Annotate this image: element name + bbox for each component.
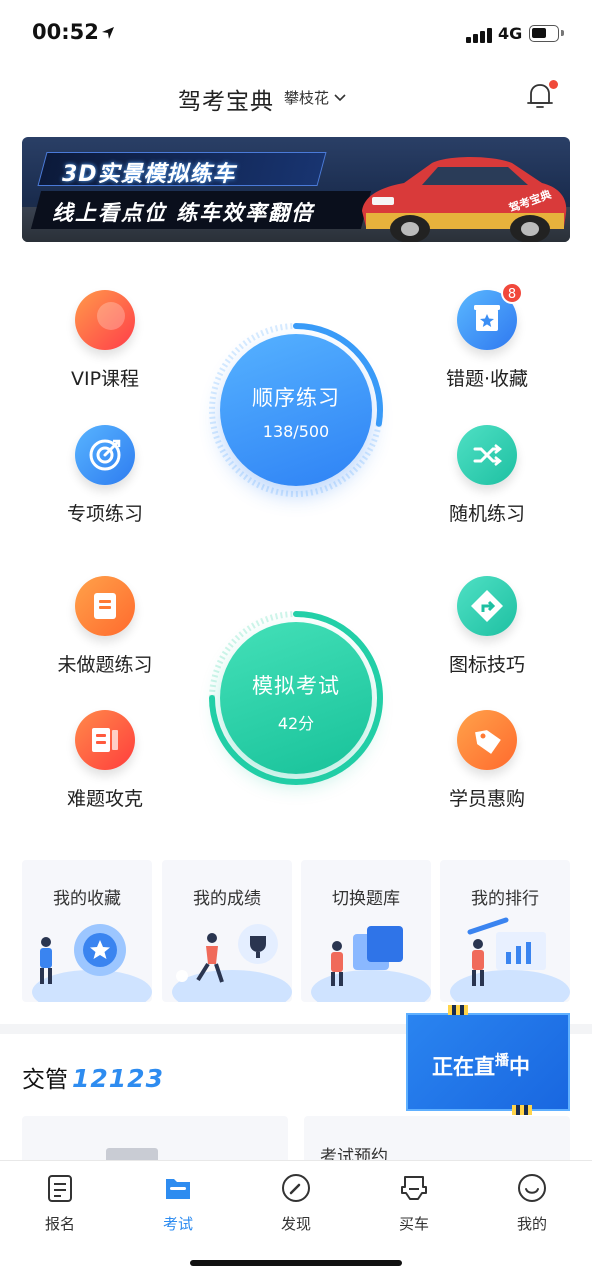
tab-mine[interactable]: 我的 <box>492 1171 572 1234</box>
tab-label: 考试 <box>162 1215 193 1233</box>
location-label: 攀枝花 <box>284 89 330 107</box>
tab-label: 发现 <box>280 1215 311 1233</box>
feature-label: 错题·收藏 <box>445 368 529 390</box>
switch-bank-illustration <box>311 926 431 1002</box>
banner-line2: 线上看点位 练车效率翻倍 <box>52 201 315 225</box>
document-icon <box>48 1175 72 1202</box>
tab-signup[interactable]: 报名 <box>20 1171 100 1234</box>
battery-icon <box>529 25 564 42</box>
sequential-practice-button[interactable]: 顺序练习 138/500 <box>204 318 388 502</box>
chevron-down-icon <box>334 93 346 101</box>
tab-label: 买车 <box>398 1215 429 1233</box>
feature-label: 未做题练习 <box>57 654 153 676</box>
quick-card-label: 我的成绩 <box>193 889 261 909</box>
section-title-number: 12123 <box>72 1064 164 1093</box>
feature-label: 学员惠购 <box>448 788 525 810</box>
quick-card-label: 我的收藏 <box>53 889 121 909</box>
compass-icon <box>282 1174 310 1202</box>
banner-line1: 3D实景模拟练车 <box>62 162 236 187</box>
quick-card-label: 我的排行 <box>471 889 539 909</box>
favorites-illustration <box>32 924 152 1002</box>
feature-label: VIP课程 <box>70 368 140 390</box>
notification-dot <box>549 80 558 89</box>
feature-random-practice[interactable]: 随机练习 <box>417 425 557 526</box>
quick-card-switch-bank[interactable]: 切换题库 <box>301 860 431 1002</box>
feature-vip-course[interactable]: VIP课程 <box>35 290 175 391</box>
scores-illustration <box>172 924 292 1002</box>
app-header: 驾考宝典 攀枝花 <box>0 70 592 126</box>
location-select[interactable]: 攀枝花 <box>284 87 347 108</box>
sequential-practice-title: 顺序练习 <box>252 386 340 410</box>
notebook-icon <box>75 576 135 636</box>
quick-card-label: 切换题库 <box>332 889 400 909</box>
mock-exam-button[interactable]: 模拟考试 42分 <box>204 606 388 790</box>
tab-exam[interactable]: 考试 <box>138 1171 218 1234</box>
folder-icon <box>166 1179 190 1199</box>
feature-label: 图标技巧 <box>448 654 525 676</box>
mock-exam-title: 模拟考试 <box>252 674 340 698</box>
star-bookmark-icon: 8 <box>457 282 523 350</box>
book-icon <box>75 710 135 770</box>
section-title: 交管 12123 <box>22 1060 164 1094</box>
section-title-text: 交管 <box>22 1067 68 1093</box>
home-indicator <box>190 1260 402 1266</box>
mock-exam-score: 42分 <box>277 714 315 733</box>
network-type: 4G <box>498 24 523 43</box>
status-bar: 00:52 4G <box>0 0 592 70</box>
shuffle-icon <box>457 425 517 485</box>
app-title: 驾考宝典 <box>178 89 274 115</box>
badge-count: 8 <box>501 282 523 304</box>
quick-card-ranking[interactable]: 我的排行 <box>440 860 570 1002</box>
sequential-practice-progress: 138/500 <box>262 422 330 441</box>
feature-special-practice[interactable]: 专项练习 <box>35 425 175 526</box>
promo-banner[interactable]: 3D实景模拟练车 线上看点位 练车效率翻倍 驾考宝典 <box>22 137 570 242</box>
feature-undone-practice[interactable]: 未做题练习 <box>35 576 175 677</box>
road-sign-icon <box>457 576 517 636</box>
status-time: 00:52 <box>32 20 99 44</box>
quick-card-scores[interactable]: 我的成绩 <box>162 860 292 1002</box>
ranking-illustration <box>450 917 570 1002</box>
quick-card-favorites[interactable]: 我的收藏 <box>22 860 152 1002</box>
tab-label: 我的 <box>516 1215 547 1233</box>
feature-label: 难题攻克 <box>66 788 143 810</box>
signal-icon <box>466 27 494 43</box>
feature-mistakes-favorites[interactable]: 8 错题·收藏 <box>417 282 557 391</box>
target-icon <box>75 425 135 485</box>
bell-icon[interactable] <box>520 76 560 116</box>
feature-student-deals[interactable]: 学员惠购 <box>417 710 557 811</box>
tab-discover[interactable]: 发现 <box>256 1171 336 1234</box>
feature-label: 随机练习 <box>448 503 525 525</box>
car-icon <box>401 1176 427 1200</box>
live-text: 正在直播中 <box>432 1053 530 1079</box>
location-arrow-icon <box>100 25 116 45</box>
tab-buy-car[interactable]: 买车 <box>374 1171 454 1234</box>
vip-icon <box>75 290 135 350</box>
feature-hard-questions[interactable]: 难题攻克 <box>35 710 175 811</box>
smile-icon <box>518 1174 546 1202</box>
live-streaming-badge[interactable]: 正在直播中 <box>402 1005 572 1115</box>
feature-label: 专项练习 <box>66 503 143 525</box>
feature-sign-tips[interactable]: 图标技巧 <box>417 576 557 677</box>
tab-label: 报名 <box>44 1215 75 1233</box>
price-tag-icon <box>457 710 517 770</box>
